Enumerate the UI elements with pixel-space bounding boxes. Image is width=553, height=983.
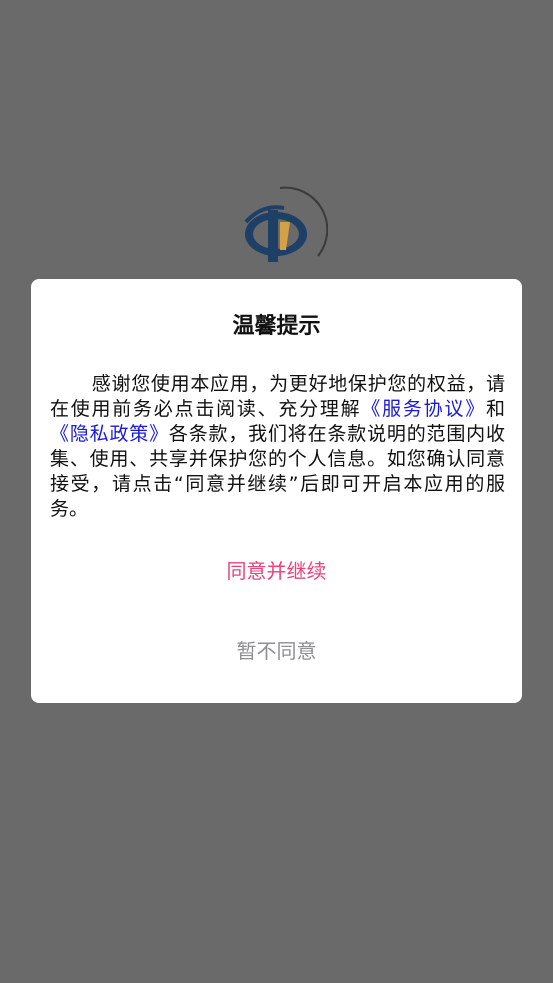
- body-text-part2: 和: [485, 398, 505, 420]
- app-logo-icon: [240, 186, 329, 274]
- service-agreement-link[interactable]: 《服务协议》: [361, 398, 486, 420]
- privacy-dialog: 温馨提示 感谢您使用本应用，为更好地保护您的权益，请在使用前务必点击阅读、充分理…: [31, 279, 522, 703]
- disagree-button[interactable]: 暂不同意: [31, 634, 522, 668]
- dialog-title: 温馨提示: [232, 314, 321, 339]
- privacy-policy-link[interactable]: 《隐私政策》: [50, 423, 169, 445]
- agree-continue-button[interactable]: 同意并继续: [31, 554, 522, 588]
- dialog-body: 感谢您使用本应用，为更好地保护您的权益，请在使用前务必点击阅读、充分理解《服务协…: [50, 372, 505, 522]
